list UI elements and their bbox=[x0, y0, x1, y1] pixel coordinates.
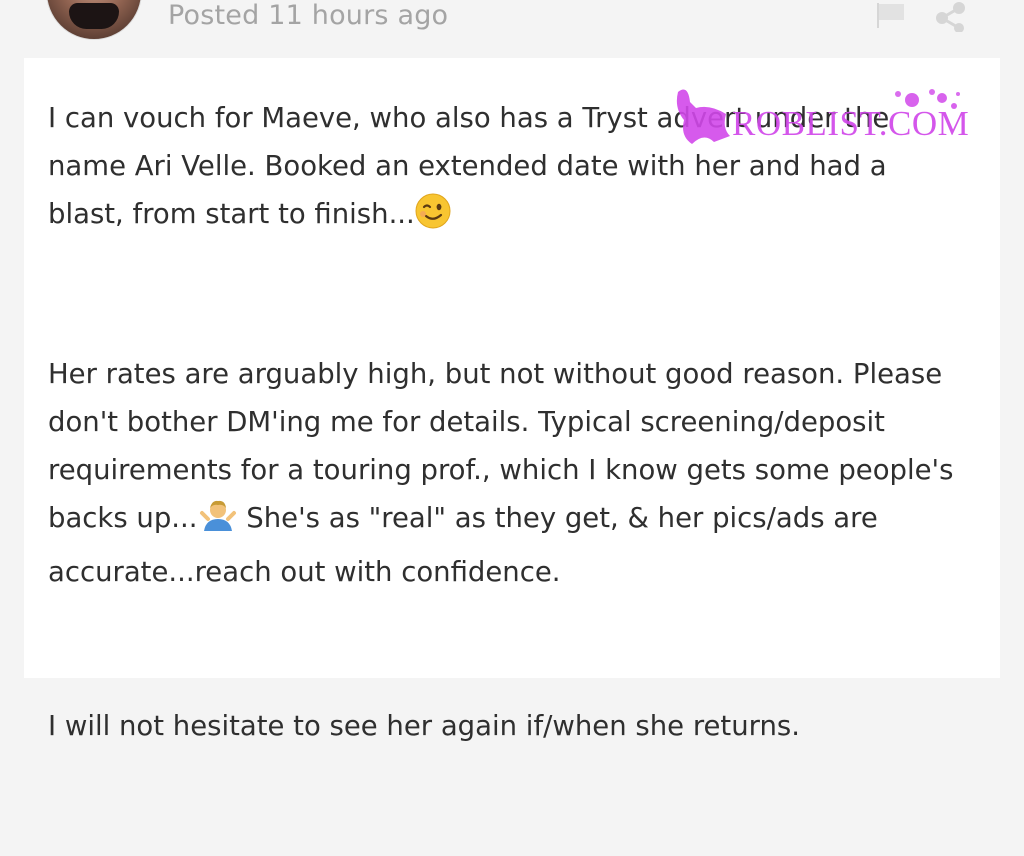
flag-icon[interactable] bbox=[874, 2, 908, 28]
paragraph-3-text: I will not hesitate to see her again if/… bbox=[48, 710, 800, 742]
post-timestamp: Posted 11 hours ago bbox=[168, 0, 449, 31]
post-paragraph-2: Her rates are arguably high, but not wit… bbox=[48, 350, 968, 596]
avatar-detail bbox=[69, 3, 119, 29]
paragraph-1-text: I can vouch for Maeve, who also has a Tr… bbox=[48, 102, 890, 230]
person-shrugging-icon bbox=[198, 497, 238, 548]
winking-face-icon bbox=[415, 193, 451, 244]
share-icon[interactable] bbox=[934, 2, 968, 33]
post-card: I can vouch for Maeve, who also has a Tr… bbox=[24, 58, 1000, 742]
author-avatar[interactable] bbox=[46, 0, 142, 40]
post-paragraph-3: I will not hesitate to see her again if/… bbox=[48, 702, 968, 750]
post-body: I can vouch for Maeve, who also has a Tr… bbox=[48, 94, 968, 856]
post-paragraph-1: I can vouch for Maeve, who also has a Tr… bbox=[48, 94, 968, 244]
